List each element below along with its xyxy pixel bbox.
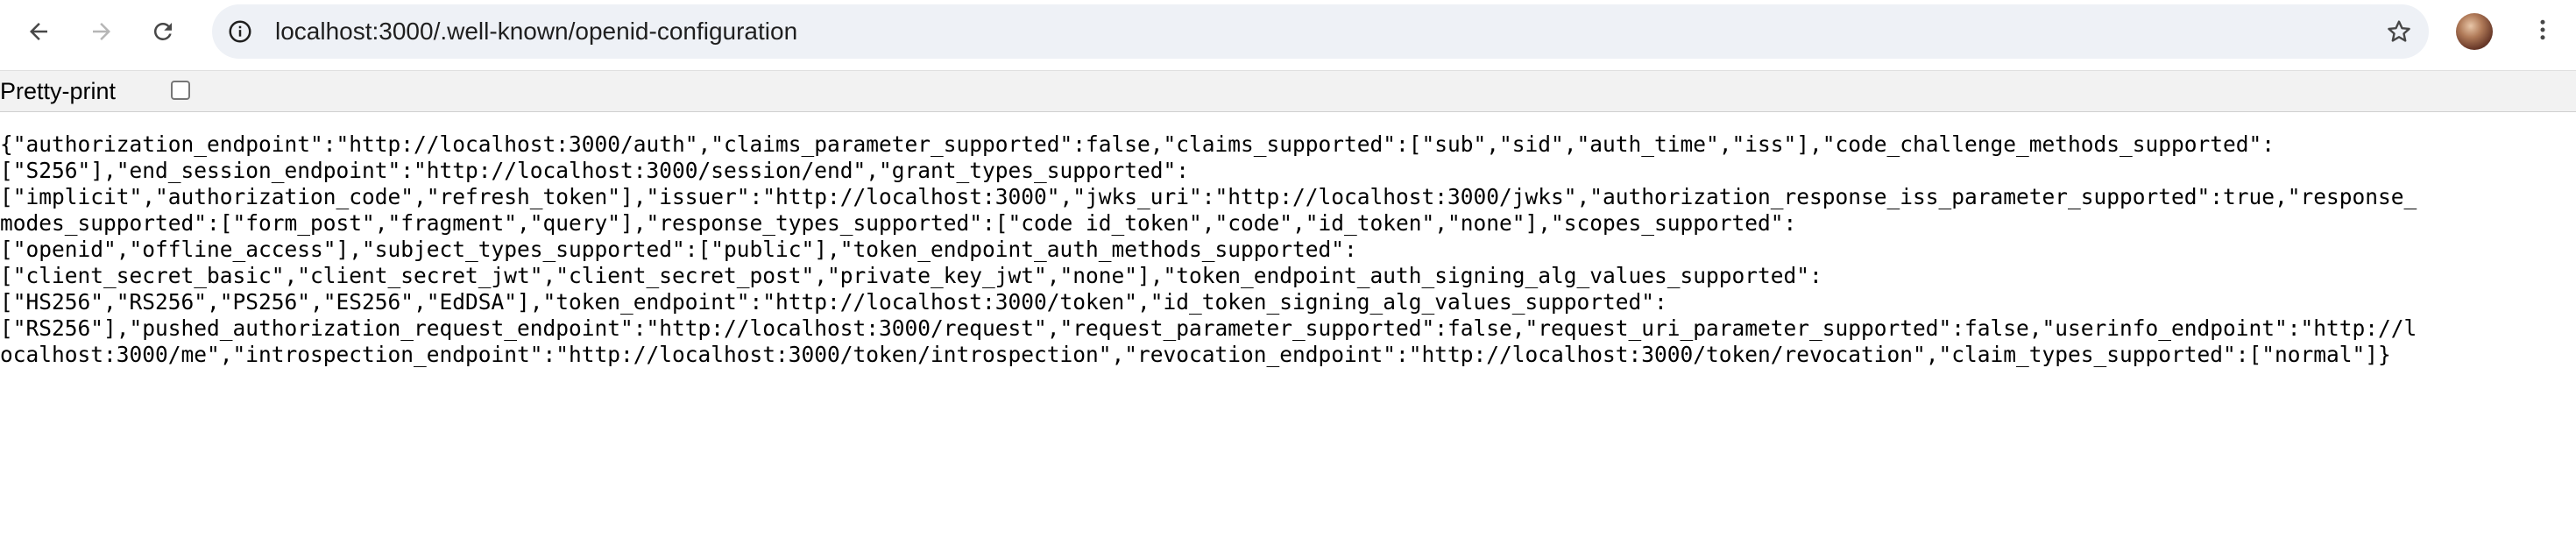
kebab-menu-icon (2530, 17, 2556, 47)
back-button[interactable] (14, 7, 63, 56)
reload-button[interactable] (138, 7, 188, 56)
reload-icon (150, 18, 176, 45)
url-text[interactable]: localhost:3000/.well-known/openid-config… (275, 4, 797, 59)
json-content: {"authorization_endpoint":"http://localh… (0, 131, 2417, 367)
pretty-print-label: Pretty-print (0, 78, 117, 104)
forward-button[interactable] (77, 7, 126, 56)
arrow-left-icon (25, 18, 52, 45)
star-icon[interactable] (2383, 16, 2415, 47)
profile-avatar[interactable] (2456, 13, 2493, 50)
pretty-print-bar: Pretty-print (0, 70, 2576, 112)
pretty-print-checkbox[interactable] (171, 81, 190, 100)
arrow-right-icon (88, 18, 115, 45)
site-info-icon[interactable] (224, 16, 256, 47)
browser-menu-button[interactable] (2518, 7, 2567, 56)
address-bar[interactable]: localhost:3000/.well-known/openid-config… (212, 4, 2429, 59)
browser-toolbar: localhost:3000/.well-known/openid-config… (0, 0, 2576, 63)
